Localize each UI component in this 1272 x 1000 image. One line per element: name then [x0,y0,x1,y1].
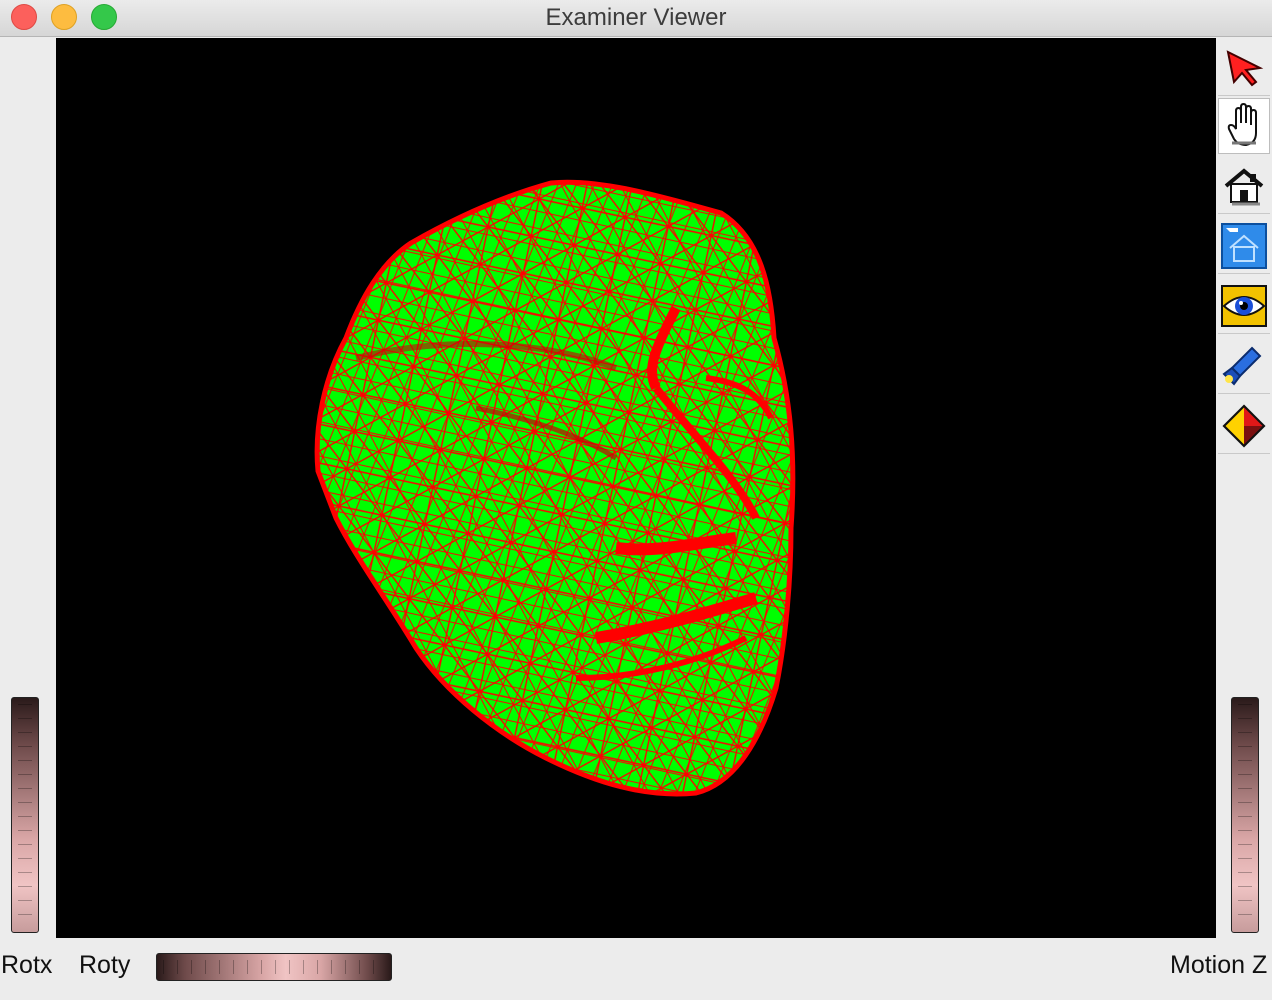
rotx-label: Rotx [1,951,53,979]
face-mesh-render [56,38,1216,938]
home-icon [1224,167,1264,205]
pan-mode-button[interactable] [1218,98,1270,154]
flashlight-icon [1222,346,1262,386]
set-home-button[interactable] [1218,218,1270,274]
set-home-icon [1221,222,1267,269]
motion-z-thumbwheel[interactable] [1231,697,1259,933]
home-button[interactable] [1218,158,1270,214]
motion-z-label: Motion Z [1170,951,1268,979]
roty-label: Roty [79,951,131,979]
arrow-pointer-icon [1226,49,1264,86]
hand-icon [1227,103,1257,147]
eye-icon [1221,284,1267,327]
cube-projection-icon [1222,404,1266,447]
left-decoration-panel [0,38,56,938]
projection-toggle-button[interactable] [1218,398,1270,454]
title-bar: Examiner Viewer [0,0,1272,37]
select-mode-button[interactable] [1218,40,1270,96]
window-title: Examiner Viewer [545,4,727,31]
seek-button[interactable] [1218,338,1270,394]
3d-viewport[interactable] [56,38,1216,938]
roty-thumbwheel[interactable] [156,953,392,981]
rotx-thumbwheel[interactable] [11,697,39,933]
view-all-button[interactable] [1218,278,1270,334]
